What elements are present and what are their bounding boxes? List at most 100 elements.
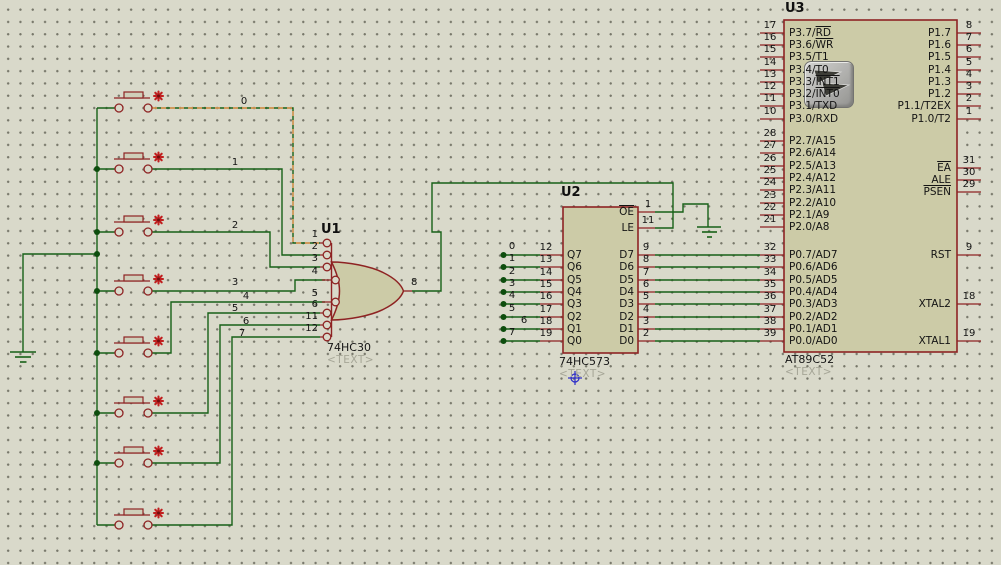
pin-name: P3.4/T0 — [789, 64, 829, 76]
push-button-6[interactable] — [114, 447, 163, 468]
pin-name: P0.7/AD7 — [789, 249, 838, 261]
pin-name: P1.6 — [927, 39, 951, 51]
pin-number: 3 — [965, 81, 973, 92]
net-label: 5 — [231, 303, 239, 314]
pin-name: P1.1/T2EX — [897, 100, 952, 112]
wires-latch-to-mcu[interactable] — [655, 254, 760, 342]
pin-name: Q1 — [567, 323, 582, 335]
pin-number: 2 — [642, 328, 650, 339]
pin-number: 3 — [642, 316, 650, 327]
pin-number: 1 — [644, 199, 652, 210]
push-button-4[interactable] — [114, 337, 163, 358]
push-button-7[interactable] — [114, 509, 163, 530]
net-label: 2 — [508, 266, 516, 277]
pin-number: 17 — [539, 304, 553, 315]
net-label: 3 — [508, 278, 516, 289]
push-button-3[interactable] — [114, 275, 163, 296]
pin-number: 12 — [763, 81, 777, 92]
pin-number: 6 — [965, 44, 973, 55]
push-button-1[interactable] — [114, 153, 163, 174]
net-label: 1 — [508, 253, 516, 264]
pin-number: 33 — [763, 254, 777, 265]
pin-number: 4 — [965, 69, 973, 80]
pin-number: 5 — [642, 291, 650, 302]
pin-name: D4 — [619, 286, 634, 298]
push-button-5[interactable] — [114, 397, 163, 418]
pin-name: P3.7/RD — [789, 27, 831, 39]
pin-name: P0.0/AD0 — [789, 335, 838, 347]
pin-number: 23 — [763, 190, 777, 201]
pin-number: 19 — [539, 328, 553, 339]
pin-name: P3.5/T1 — [789, 51, 829, 63]
pin-number: 7 — [642, 267, 650, 278]
pin-name: P0.2/AD2 — [789, 311, 838, 323]
pin-name: D3 — [619, 298, 634, 310]
pin-name: P2.2/A10 — [789, 197, 837, 209]
pin-name: P3.0/RXD — [789, 113, 839, 125]
push-button-2[interactable] — [114, 216, 163, 237]
pin-number: 26 — [763, 153, 777, 164]
pin-number: 13 — [763, 69, 777, 80]
wire-net6[interactable] — [152, 324, 320, 464]
pin-name: P3.2/INT0 — [789, 88, 840, 100]
pin-name: P2.3/A11 — [789, 184, 837, 196]
pin-number: 6 — [311, 299, 318, 310]
pin-number: 35 — [763, 279, 777, 290]
pin-name: P3.6/WR — [789, 39, 834, 51]
pin-number: 12 — [539, 242, 553, 253]
pin-name: D2 — [619, 311, 634, 323]
pin-number: 32 — [763, 242, 777, 253]
net-label: 1 — [231, 157, 239, 168]
pin-name: D7 — [619, 249, 634, 261]
schematic-canvas: 0 1 2 3 4 5 6 7 U1 1 2 3 4 5 6 11 12 8 7… — [0, 0, 1001, 565]
net-label: 0 — [240, 96, 248, 107]
pin-number: 11 — [305, 311, 318, 322]
pin-number: 15 — [539, 279, 553, 290]
pin-number: 14 — [763, 57, 777, 68]
pin-number: 6 — [642, 279, 650, 290]
wire-oe-to-ground[interactable] — [655, 203, 709, 227]
pin-name-psen: PSEN — [923, 186, 952, 198]
pin-number: 27 — [763, 140, 777, 151]
pin-number: 29 — [962, 179, 976, 190]
pin-name: P0.1/AD1 — [789, 323, 838, 335]
pin-name: Q5 — [567, 274, 582, 286]
pin-number: 8 — [965, 20, 973, 31]
u1-gate[interactable] — [320, 238, 412, 342]
pin-name: P2.0/A8 — [789, 221, 830, 233]
pin-number: 9 — [965, 242, 973, 253]
pin-name: P1.0/T2 — [911, 113, 951, 125]
pin-number: 36 — [763, 291, 777, 302]
pin-name: D1 — [619, 323, 634, 335]
pin-name: P0.4/AD4 — [789, 286, 838, 298]
pin-name: Q6 — [567, 261, 582, 273]
pin-name-ea: EA — [937, 162, 951, 174]
pin-name: P0.3/AD3 — [789, 298, 838, 310]
pin-number: 5 — [965, 57, 973, 68]
push-button-0[interactable] — [114, 92, 163, 113]
ground-symbol-oe[interactable] — [697, 226, 721, 238]
pin-number: 8 — [411, 277, 418, 288]
pin-number: 16 — [539, 291, 553, 302]
u1-reference: U1 — [321, 222, 341, 237]
u1-text-placeholder: <TEXT> — [327, 354, 375, 366]
pin-number: 38 — [763, 316, 777, 327]
pin-name: P2.5/A13 — [789, 160, 837, 172]
pin-number: 11 — [641, 215, 655, 226]
pin-number: 12 — [305, 323, 318, 334]
pin-name-le: LE — [621, 222, 634, 234]
pin-number: 2 — [311, 241, 318, 252]
net-label: 4 — [508, 290, 516, 301]
pin-number: 30 — [962, 167, 976, 178]
wire-ground-left[interactable] — [22, 253, 97, 352]
wire-net7[interactable] — [152, 336, 320, 526]
pin-name: P1.3 — [927, 76, 951, 88]
net-label: 5 — [508, 303, 516, 314]
pin-name-xtal2: XTAL2 — [918, 298, 951, 310]
ground-symbol-left[interactable] — [10, 351, 36, 363]
pin-name: Q2 — [567, 311, 582, 323]
u2-reference: U2 — [561, 185, 581, 200]
pin-name-oe: OE — [619, 206, 634, 218]
pin-name: P1.5 — [927, 51, 951, 63]
pin-name: P0.5/AD5 — [789, 274, 838, 286]
